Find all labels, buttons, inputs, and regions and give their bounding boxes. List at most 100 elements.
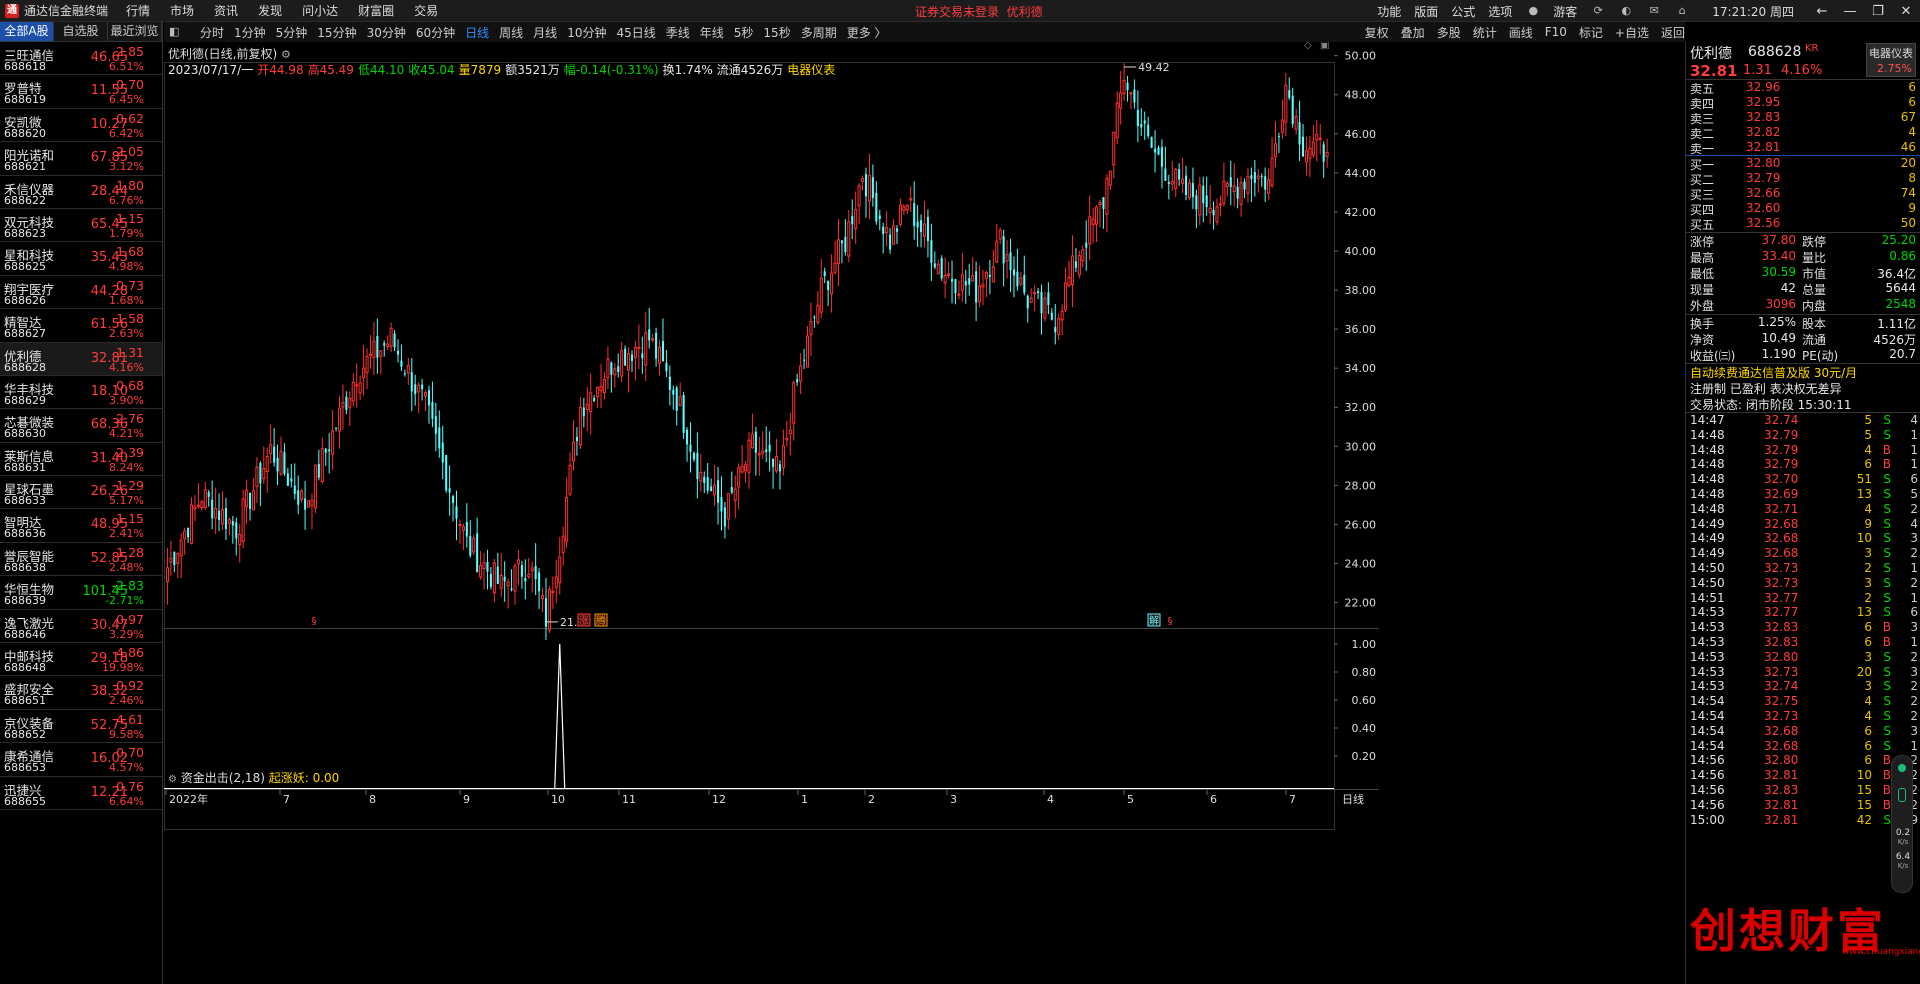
chart-settings-icon[interactable]: ⚙: [281, 48, 291, 61]
ohlc-sector[interactable]: 电器仪表: [787, 63, 835, 77]
stock-row[interactable]: 迅捷兴 688655 12.21 0.76 6.64%: [0, 777, 162, 810]
menu-wealth[interactable]: 财富圈: [358, 2, 394, 19]
menu-news[interactable]: 资讯: [214, 2, 238, 19]
chart-tool-button[interactable]: 标记: [1579, 24, 1603, 41]
order-book-row[interactable]: 买一 32.80 20: [1686, 156, 1920, 172]
period-button[interactable]: 分时: [200, 24, 224, 41]
promo-line[interactable]: 自动续费通达信普及版 30元/月: [1686, 364, 1920, 380]
message-icon[interactable]: ✉: [1646, 4, 1662, 18]
stock-row[interactable]: 誉辰智能 688638 52.85 1.28 2.48%: [0, 543, 162, 577]
menu-function[interactable]: 功能: [1377, 3, 1401, 20]
order-book-row[interactable]: 买四 32.60 9: [1686, 201, 1920, 217]
stock-row[interactable]: 三旺通信 688618 46.65 2.85 6.51%: [0, 42, 162, 76]
user-icon[interactable]: ●: [1525, 4, 1541, 18]
chart-tool-button[interactable]: 复权: [1365, 24, 1389, 41]
kline-chart[interactable]: 50.00 48.00 46.00 44.00 42.00 40.00 38.00 36.00…: [164, 42, 1685, 984]
order-book-row[interactable]: 卖二 32.82 4: [1686, 125, 1920, 141]
minimize-icon[interactable]: —: [1836, 4, 1864, 19]
stock-row[interactable]: 精智达 688627 61.56 1.58 2.63%: [0, 309, 162, 343]
stock-row[interactable]: 星和科技 688625 35.43 1.68 4.98%: [0, 242, 162, 276]
stock-row[interactable]: 智明达 688636 48.95 1.15 2.41%: [0, 509, 162, 543]
menu-market[interactable]: 市场: [170, 2, 194, 19]
event-marker[interactable]: §: [1168, 616, 1173, 627]
menu-layout[interactable]: 版面: [1414, 3, 1438, 20]
stock-row[interactable]: 盛邦安全 688651 38.32 0.92 2.46%: [0, 676, 162, 710]
panel-toggle-icon[interactable]: ◧: [169, 25, 179, 38]
menu-ask[interactable]: 问小达: [302, 2, 338, 19]
order-book-row[interactable]: 卖一 32.81 46: [1686, 140, 1920, 156]
stock-row[interactable]: 华丰科技 688629 18.10 0.68 3.90%: [0, 376, 162, 410]
order-book-row[interactable]: 买五 32.56 50: [1686, 216, 1920, 232]
user-label[interactable]: 游客: [1553, 3, 1577, 20]
tab-recent[interactable]: 最近浏览: [108, 22, 162, 41]
chart-tool-button[interactable]: 返回: [1661, 24, 1685, 41]
period-button[interactable]: 季线: [666, 24, 690, 41]
refresh-icon[interactable]: ⟳: [1590, 4, 1606, 18]
order-book-row[interactable]: 卖三 32.83 67: [1686, 110, 1920, 126]
menu-formula[interactable]: 公式: [1451, 3, 1475, 20]
stock-row[interactable]: 莱斯信息 688631 31.40 2.39 8.24%: [0, 443, 162, 477]
menu-trade[interactable]: 交易: [414, 2, 438, 19]
tab-all-a-shares[interactable]: 全部A股: [0, 22, 54, 41]
stock-row[interactable]: 阳光诺和 688621 67.85 2.05 3.12%: [0, 142, 162, 176]
chart-tool-button[interactable]: 多股: [1437, 24, 1461, 41]
order-book-row[interactable]: 买二 32.79 8: [1686, 171, 1920, 187]
tick-list[interactable]: 14:47 32.74 5 S 4 14:48 32.79 5 S 1 14:48 32.79 4 B 1 1…: [1686, 412, 1920, 827]
stock-row[interactable]: 星球石墨 688633 26.26 1.29 5.17%: [0, 476, 162, 510]
mail-icon[interactable]: ⌂: [1674, 4, 1690, 18]
chart-tool-button[interactable]: 叠加: [1401, 24, 1425, 41]
stock-row[interactable]: 京仪装备 688652 52.75 4.61 9.58%: [0, 710, 162, 744]
tab-watchlist[interactable]: 自选股: [54, 22, 108, 41]
sector-badge[interactable]: 电器仪表 2.75%: [1866, 43, 1916, 77]
period-button[interactable]: 月线: [533, 24, 557, 41]
stock-row[interactable]: 翔宇医疗 688626 44.28 0.73 1.68%: [0, 276, 162, 310]
stock-row[interactable]: 逸飞激光 688646 30.47 0.97 3.29%: [0, 610, 162, 644]
event-marker[interactable]: 涨: [577, 613, 591, 627]
indicator-title[interactable]: ⚙ 资金出击(2,18) 起涨妖: 0.00: [168, 769, 339, 786]
event-marker[interactable]: 腾: [594, 613, 608, 627]
chart-tool-button[interactable]: 统计: [1473, 24, 1497, 41]
stock-row[interactable]: 芯碁微装 688630 68.36 2.76 4.21%: [0, 409, 162, 443]
order-book-row[interactable]: 买三 32.66 74: [1686, 186, 1920, 202]
order-book-row[interactable]: 卖四 32.95 6: [1686, 95, 1920, 111]
chart-tool-button[interactable]: +自选: [1615, 24, 1649, 41]
chart-tool-button[interactable]: 画线: [1509, 24, 1533, 41]
period-button[interactable]: 30分钟: [367, 24, 406, 41]
stock-row[interactable]: 华恒生物 688639 101.45 -2.83 -2.71%: [0, 576, 162, 610]
indicator-settings-icon[interactable]: ⚙: [168, 774, 177, 785]
period-button[interactable]: 5秒: [734, 24, 754, 41]
stock-row[interactable]: 优利德 688628 32.81 1.31 4.16%: [0, 342, 162, 376]
close-icon[interactable]: ✕: [1892, 4, 1920, 19]
login-warning[interactable]: 证券交易未登录 优利德: [915, 3, 1043, 20]
stock-row[interactable]: 禾信仪器 688622 28.44 1.80 6.76%: [0, 176, 162, 209]
stock-row[interactable]: 康希通信 688653 16.02 0.70 4.57%: [0, 743, 162, 777]
event-marker[interactable]: 解: [1147, 613, 1161, 627]
network-speed-widget[interactable]: 0.2 K/s 6.4 K/s: [1891, 755, 1913, 893]
period-button[interactable]: 60分钟: [416, 24, 455, 41]
skin-icon[interactable]: ◐: [1618, 4, 1634, 18]
period-button[interactable]: 更多 〉: [847, 24, 887, 41]
stock-row[interactable]: 双元科技 688623 65.45 1.15 1.79%: [0, 209, 162, 243]
expand-icon[interactable]: ▣: [1320, 42, 1329, 51]
period-button[interactable]: 45日线: [616, 24, 655, 41]
stock-row[interactable]: 中邮科技 688648 29.18 4.86 19.98%: [0, 643, 162, 677]
stock-row[interactable]: 罗普特 688619 11.55 0.70 6.45%: [0, 75, 162, 109]
chart-tool-button[interactable]: F10: [1545, 25, 1567, 39]
menu-quotes[interactable]: 行情: [126, 2, 150, 19]
period-button[interactable]: 日线: [465, 24, 489, 41]
period-button[interactable]: 年线: [700, 24, 724, 41]
menu-options[interactable]: 选项: [1488, 3, 1512, 20]
period-button[interactable]: 周线: [499, 24, 523, 41]
stock-row[interactable]: 安凯微 688620 10.27 0.62 6.42%: [0, 109, 162, 143]
period-button[interactable]: 5分钟: [276, 24, 308, 41]
event-marker[interactable]: §: [312, 616, 317, 627]
restore-icon[interactable]: ❐: [1864, 4, 1892, 19]
period-button[interactable]: 10分钟: [567, 24, 606, 41]
back-icon[interactable]: ←: [1808, 4, 1836, 19]
period-button[interactable]: 15分钟: [317, 24, 356, 41]
period-button[interactable]: 多周期: [801, 24, 837, 41]
period-button[interactable]: 1分钟: [234, 24, 266, 41]
period-button[interactable]: 15秒: [763, 24, 790, 41]
diamond-icon[interactable]: ◇: [1304, 42, 1312, 51]
menu-discover[interactable]: 发现: [258, 2, 282, 19]
